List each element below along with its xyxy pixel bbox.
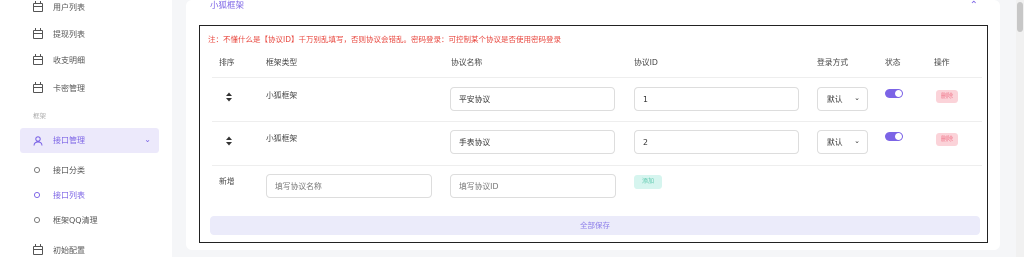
sidebar-item-initial-config[interactable]: 初始配置 <box>0 237 172 257</box>
protocol-id-input[interactable]: 1 <box>634 87 799 111</box>
protocol-id-input[interactable]: 2 <box>634 130 799 154</box>
scrollbar[interactable] <box>1016 0 1024 257</box>
header-frame-type: 框架类型 <box>266 58 298 67</box>
sort-handle-icon[interactable] <box>224 92 234 102</box>
row-divider <box>212 121 982 122</box>
sidebar-item-card-management[interactable]: 卡密管理 <box>0 75 172 101</box>
status-toggle[interactable] <box>885 89 903 98</box>
sidebar-subitem-frame-qq-cleanup[interactable]: 框架QQ清理 <box>0 209 172 231</box>
new-row-label: 新增 <box>219 177 235 186</box>
sidebar-subitem-label: 框架QQ清理 <box>53 215 98 225</box>
chevron-down-icon[interactable]: ⌄ <box>144 135 151 144</box>
sidebar-item-withdraw-list[interactable]: 提现列表 <box>0 21 172 47</box>
protocol-panel: 注：不懂什么是【协议ID】千万别乱填写，否则协议会错乱。密码登录：可控制某个协议… <box>199 25 988 243</box>
login-method-select[interactable]: 默认 ⌄ <box>817 130 868 154</box>
save-all-button[interactable]: 全部保存 <box>210 216 980 235</box>
sidebar-item-label: 收支明细 <box>53 55 85 65</box>
frame-type-cell: 小狐框架 <box>266 134 298 143</box>
header-login-method: 登录方式 <box>817 58 849 67</box>
calendar-icon <box>33 53 43 65</box>
status-toggle[interactable] <box>885 132 903 141</box>
sidebar-item-label: 初始配置 <box>53 245 85 255</box>
delete-button[interactable]: 删除 <box>936 133 958 146</box>
circle-icon <box>34 167 40 173</box>
frame-type-cell: 小狐框架 <box>266 91 298 100</box>
calendar-icon <box>33 81 43 93</box>
sidebar-subitem-label: 接口列表 <box>53 190 85 200</box>
sidebar-item-user-list[interactable]: 用户列表 <box>0 0 172 20</box>
sidebar-subitem-label: 接口分类 <box>53 165 85 175</box>
scrollbar-thumb[interactable] <box>1017 2 1023 32</box>
row-divider <box>212 77 982 78</box>
sidebar-item-label: 接口管理 <box>53 136 85 145</box>
frame-card: 小狐框架 ⌃ 注：不懂什么是【协议ID】千万别乱填写，否则协议会错乱。密码登录：… <box>186 0 1000 250</box>
calendar-icon <box>33 27 43 39</box>
header-status: 状态 <box>885 58 901 67</box>
login-method-select[interactable]: 默认 ⌄ <box>817 87 868 111</box>
sidebar-item-label: 提现列表 <box>53 29 85 39</box>
chevron-up-icon[interactable]: ⌃ <box>970 0 978 11</box>
new-protocol-id-input[interactable] <box>450 174 616 198</box>
calendar-icon <box>33 243 43 255</box>
header-protocol-name: 协议名称 <box>451 58 483 67</box>
header-sort: 排序 <box>219 58 235 67</box>
sidebar-item-interface-management[interactable]: 接口管理 ⌄ <box>20 128 159 153</box>
sidebar-item-income-expense[interactable]: 收支明细 <box>0 47 172 73</box>
calendar-icon <box>33 0 43 12</box>
warning-text: 注：不懂什么是【协议ID】千万别乱填写，否则协议会错乱。密码登录：可控制某个协议… <box>208 35 561 44</box>
sidebar: 用户列表 提现列表 收支明细 卡密管理 框架 接口管理 ⌄ 接口分类 接口列表 … <box>0 0 172 257</box>
add-button[interactable]: 添加 <box>634 175 662 189</box>
row-divider <box>212 165 982 166</box>
new-protocol-name-input[interactable] <box>266 174 432 198</box>
protocol-name-input[interactable]: 平安协议 <box>450 87 615 111</box>
sort-handle-icon[interactable] <box>224 136 234 146</box>
chevron-down-icon: ⌄ <box>854 94 860 102</box>
user-icon <box>33 135 43 146</box>
protocol-name-input[interactable]: 手表协议 <box>450 130 615 154</box>
login-method-value: 默认 <box>827 137 843 147</box>
circle-icon <box>34 217 40 223</box>
sidebar-item-label: 用户列表 <box>53 2 85 12</box>
chevron-down-icon: ⌄ <box>854 137 860 145</box>
circle-icon <box>34 192 40 198</box>
sidebar-subitem-interface-list[interactable]: 接口列表 <box>0 184 172 206</box>
header-protocol-id: 协议ID <box>634 58 658 67</box>
header-actions: 操作 <box>934 58 950 67</box>
sidebar-item-label: 卡密管理 <box>53 83 85 93</box>
delete-button[interactable]: 删除 <box>936 90 958 103</box>
sidebar-section-label: 框架 <box>33 112 46 120</box>
card-title: 小狐框架 <box>210 1 245 11</box>
login-method-value: 默认 <box>827 94 843 104</box>
sidebar-subitem-interface-category[interactable]: 接口分类 <box>0 159 172 181</box>
